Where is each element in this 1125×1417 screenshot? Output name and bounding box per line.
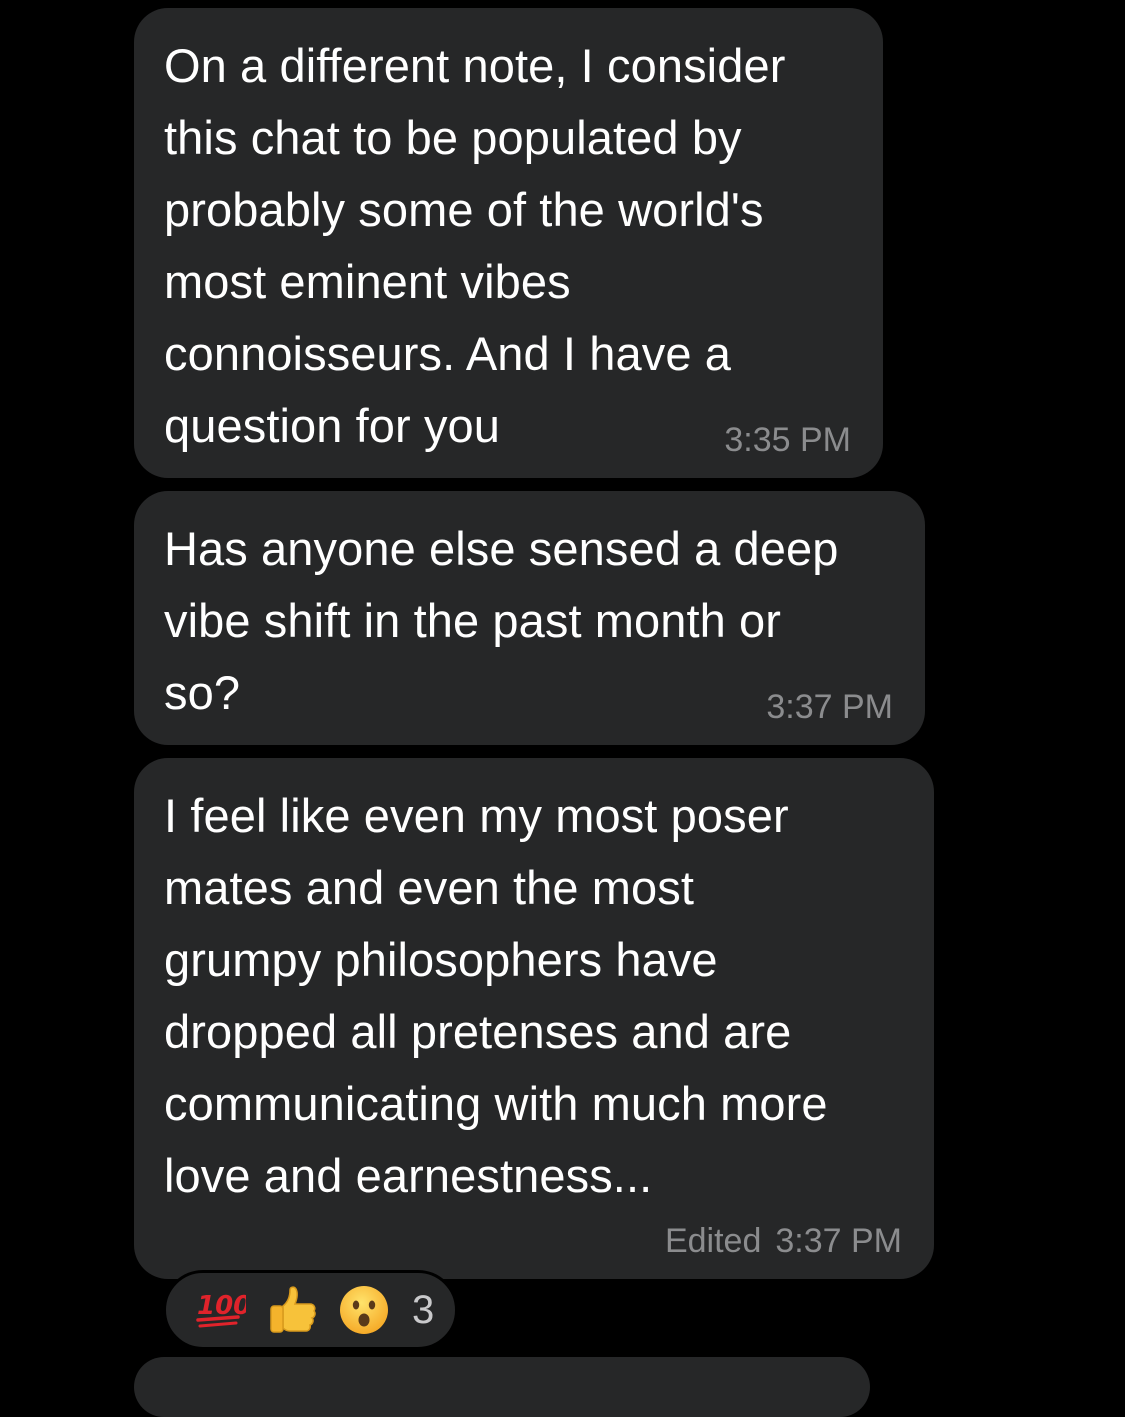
message-bubble-partial[interactable] xyxy=(134,1357,870,1417)
timestamp-label: 3:37 PM xyxy=(766,688,893,726)
surprised-face-icon[interactable] xyxy=(338,1284,390,1336)
message-text: On a different note, I consider this cha… xyxy=(164,39,786,452)
message-timestamp: Edited 3:37 PM xyxy=(665,1222,902,1261)
message-bubble[interactable]: On a different note, I consider this cha… xyxy=(134,8,883,478)
message-timestamp: 3:35 PM xyxy=(724,421,851,460)
message-text: Has anyone else sensed a deep vibe shift… xyxy=(164,522,839,719)
timestamp-label: 3:37 PM xyxy=(775,1222,902,1260)
message-text: I feel like even my most poser mates and… xyxy=(164,789,828,1202)
timestamp-label: 3:35 PM xyxy=(724,421,851,459)
message-bubble[interactable]: Has anyone else sensed a deep vibe shift… xyxy=(134,491,925,745)
edited-label: Edited xyxy=(664,1222,762,1260)
reactions-bar[interactable]: 100 3 xyxy=(163,1270,458,1350)
message-timestamp: 3:37 PM xyxy=(766,688,893,727)
message-bubble[interactable]: I feel like even my most poser mates and… xyxy=(134,758,934,1279)
thumbs-up-icon[interactable] xyxy=(266,1284,318,1336)
hundred-points-icon[interactable]: 100 xyxy=(194,1284,246,1336)
reaction-count: 3 xyxy=(412,1287,435,1332)
